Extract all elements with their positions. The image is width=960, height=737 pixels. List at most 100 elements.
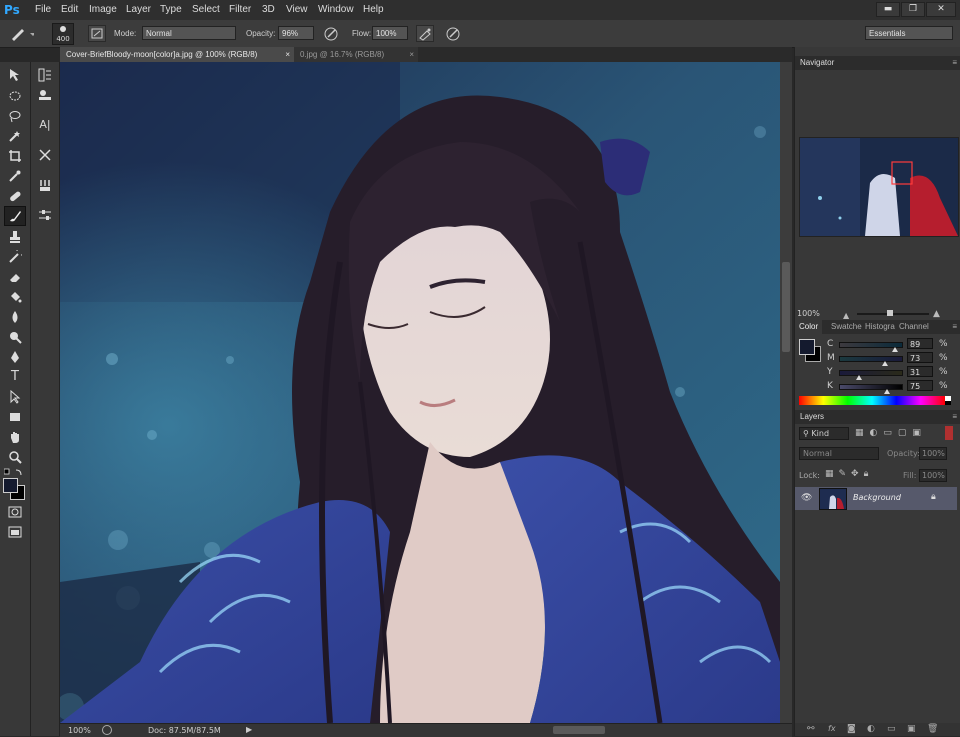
navigator-zoom-value[interactable]: 100% [797, 309, 820, 318]
brush-panel-toggle-icon[interactable] [88, 25, 106, 42]
layer-name[interactable]: Background [853, 493, 901, 502]
lock-icons[interactable]: ▦✎✥🔒︎ [825, 469, 873, 479]
character-panel-icon[interactable]: A| [36, 116, 54, 133]
cyan-slider[interactable] [839, 342, 903, 352]
brush-size-picker[interactable]: 400 [52, 23, 74, 45]
vertical-scroll-thumb[interactable] [782, 262, 790, 352]
tab-color[interactable]: Color [795, 320, 823, 334]
black-value[interactable]: 75 [907, 380, 933, 391]
quick-selection-tool-icon[interactable] [6, 127, 24, 144]
crop-tool-icon[interactable] [6, 147, 24, 164]
menu-layer[interactable]: Layer [126, 4, 151, 15]
menu-file[interactable]: File [35, 4, 51, 15]
horizontal-scroll-thumb[interactable] [553, 726, 605, 734]
fx-icon[interactable]: fx [828, 724, 836, 733]
zoom-tool-icon[interactable] [6, 448, 24, 465]
dodge-tool-icon[interactable] [6, 328, 24, 345]
layer-filter-icons[interactable]: ▦◐▭▢▣ [855, 428, 927, 438]
vertical-scrollbar[interactable] [780, 62, 792, 723]
pen-tool-icon[interactable] [6, 348, 24, 365]
navigator-preview[interactable] [799, 137, 959, 237]
menu-type[interactable]: Type [160, 4, 182, 15]
clone-stamp-tool-icon[interactable] [6, 228, 24, 245]
foreground-color-swatch-front[interactable] [3, 478, 18, 493]
panel-menu-icon[interactable]: ≡ [952, 320, 957, 334]
yellow-value[interactable]: 31 [907, 366, 933, 377]
spectrum-black-swatch[interactable] [945, 401, 951, 405]
link-layers-icon[interactable]: ⚯ [807, 724, 815, 734]
type-tool-icon[interactable]: T [6, 368, 24, 385]
brush-tool-icon[interactable] [4, 206, 26, 226]
path-selection-tool-icon[interactable] [6, 388, 24, 405]
close-tab-icon[interactable]: × [285, 47, 290, 62]
screen-mode-icon[interactable] [6, 523, 24, 540]
adjustment-layer-icon[interactable]: ◐ [867, 724, 875, 734]
flow-input[interactable]: 100% [372, 26, 408, 40]
eraser-tool-icon[interactable] [6, 268, 24, 285]
panel-menu-icon[interactable]: ≡ [952, 410, 957, 424]
tablet-pressure-opacity-icon[interactable] [322, 25, 340, 42]
healing-brush-tool-icon[interactable] [6, 187, 24, 204]
tablet-pressure-size-icon[interactable] [444, 25, 462, 42]
layer-filter-kind-select[interactable]: ⚲ Kind [799, 427, 849, 440]
black-slider[interactable] [839, 384, 903, 394]
new-layer-icon[interactable]: ▣ [907, 724, 916, 734]
lasso-tool-icon[interactable] [6, 107, 24, 124]
yellow-slider[interactable] [839, 370, 903, 380]
minimize-button[interactable]: ▬ [876, 2, 900, 17]
add-mask-icon[interactable]: ◙ [847, 724, 856, 734]
swap-colors-icon[interactable] [3, 468, 24, 478]
layers-title[interactable]: Layers [800, 410, 824, 424]
blend-mode-select[interactable]: Normal [799, 447, 879, 460]
cyan-value[interactable]: 89 [907, 338, 933, 349]
layer-row-background[interactable]: 👁︎ Background 🔒︎ [795, 487, 957, 510]
tool-presets-icon[interactable] [36, 146, 54, 163]
menu-view[interactable]: View [286, 4, 308, 15]
tab-cover-brief-bloody-moon[interactable]: Cover-BriefBloody-moon[color]a.jpg @ 100… [60, 47, 294, 62]
history-brush-tool-icon[interactable] [6, 248, 24, 265]
layer-visibility-eye-icon[interactable]: 👁︎ [801, 493, 812, 503]
menu-edit[interactable]: Edit [61, 4, 78, 15]
navigator-title[interactable]: Navigator [800, 56, 834, 70]
filter-toggle[interactable] [945, 426, 953, 440]
restore-button[interactable]: ❐ [901, 2, 925, 17]
menu-filter[interactable]: Filter [229, 4, 251, 15]
magenta-value[interactable]: 73 [907, 352, 933, 363]
eyedropper-tool-icon[interactable] [6, 167, 24, 184]
airbrush-icon[interactable] [416, 25, 434, 42]
move-tool-icon[interactable] [6, 66, 24, 83]
actions-panel-icon[interactable] [36, 86, 54, 103]
history-panel-icon[interactable] [36, 66, 54, 83]
color-foreground-swatch[interactable] [799, 339, 815, 355]
tab-0-jpg[interactable]: 0.jpg @ 16.7% (RGB/8) × [294, 47, 418, 62]
delete-layer-icon[interactable]: 🗑︎ [927, 724, 938, 734]
menu-select[interactable]: Select [192, 4, 220, 15]
status-menu-arrow-icon[interactable]: ▶ [246, 725, 252, 734]
tab-channels[interactable]: Channel [895, 320, 933, 334]
new-group-icon[interactable]: ▭ [887, 724, 896, 734]
zoom-out-icon[interactable]: ▲ [843, 311, 849, 320]
quick-mask-icon[interactable] [6, 503, 24, 520]
slider-thumb[interactable] [883, 389, 890, 394]
menu-window[interactable]: Window [318, 4, 354, 15]
rectangle-tool-icon[interactable] [6, 408, 24, 425]
panel-menu-icon[interactable]: ≡ [952, 56, 957, 70]
status-info-icon[interactable] [102, 725, 112, 735]
hand-tool-icon[interactable] [6, 428, 24, 445]
opacity-input[interactable]: 96% [278, 26, 314, 40]
menu-image[interactable]: Image [89, 4, 117, 15]
navigator-zoom-thumb[interactable] [887, 310, 893, 316]
navigator-zoom-slider[interactable] [857, 310, 929, 316]
color-spectrum-ramp[interactable] [799, 396, 945, 405]
close-window-button[interactable]: ✕ [926, 2, 956, 17]
adjustments-panel-icon[interactable] [36, 206, 54, 223]
layer-fill-input[interactable]: 100% [919, 469, 947, 482]
status-zoom[interactable]: 100% [68, 726, 91, 735]
menu-help[interactable]: Help [363, 4, 384, 15]
tab-histogram[interactable]: Histogra [861, 320, 899, 334]
zoom-in-icon[interactable]: ▲ [933, 309, 940, 319]
layer-opacity-input[interactable]: 100% [919, 447, 947, 460]
mode-select[interactable]: Normal [142, 26, 236, 40]
brush-presets-icon[interactable] [36, 176, 54, 193]
document-canvas[interactable] [60, 62, 780, 723]
